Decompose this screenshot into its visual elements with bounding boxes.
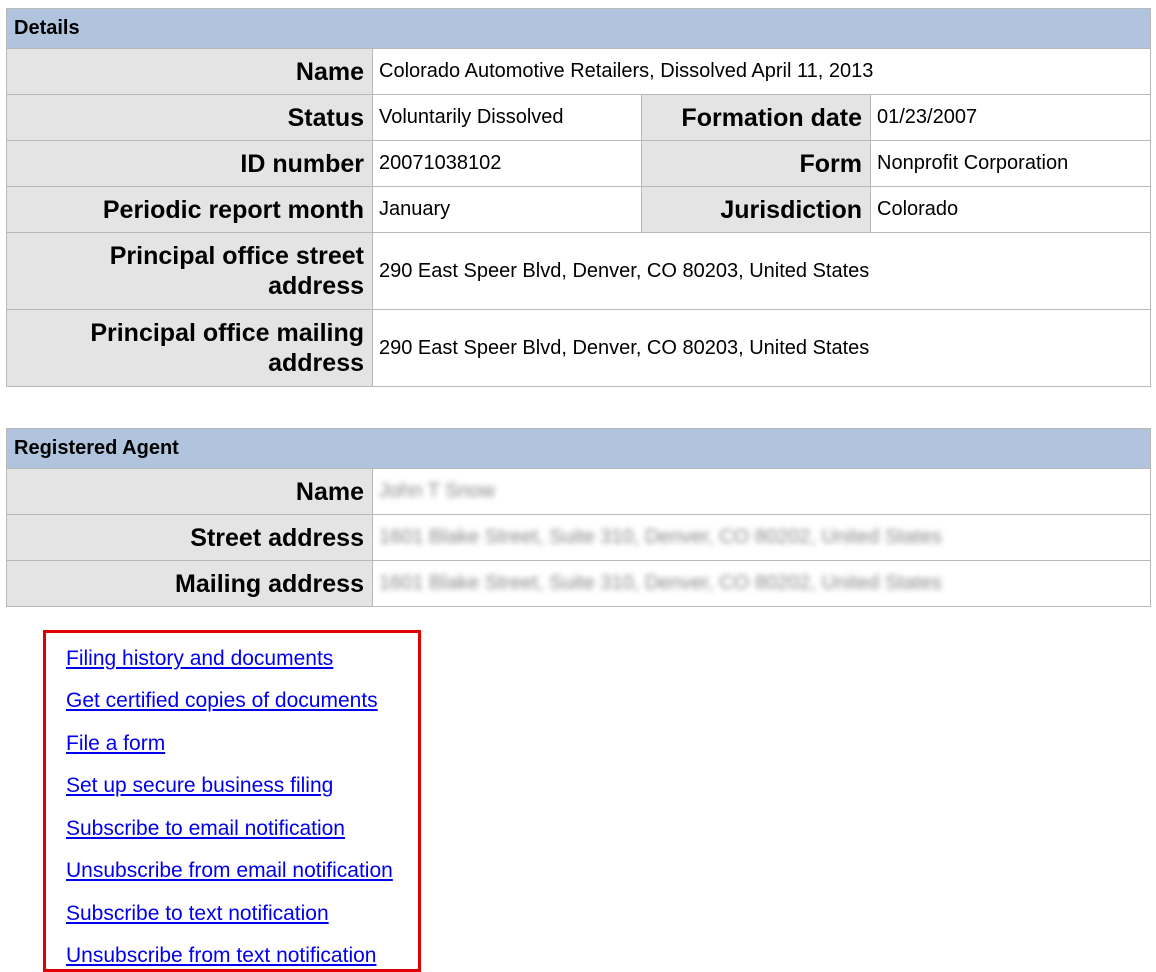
detail-row-street-address: Principal office street address 290 East… <box>6 232 1152 310</box>
agent-row-name: Name John T Snow <box>6 468 1151 515</box>
certified-copies-link[interactable]: Get certified copies of documents <box>66 689 378 713</box>
agent-mailing-value: 1601 Blake Street, Suite 310, Denver, CO… <box>372 560 1151 607</box>
field-label: Name <box>6 48 373 95</box>
field-label: Form <box>641 140 871 187</box>
field-label: Status <box>6 94 373 141</box>
jurisdiction-value: Colorado <box>869 186 1152 233</box>
form-value: Nonprofit Corporation <box>869 140 1152 187</box>
detail-row-mailing-address: Principal office mailing address 290 Eas… <box>6 309 1152 387</box>
agent-row-mailing: Mailing address 1601 Blake Street, Suite… <box>6 560 1151 607</box>
subscribe-text-link[interactable]: Subscribe to text notification <box>66 902 329 926</box>
detail-row-name: Name Colorado Automotive Retailers, Diss… <box>6 48 1152 95</box>
status-value: Voluntarily Dissolved <box>372 94 642 141</box>
detail-row-report-month: Periodic report month January Jurisdicti… <box>6 186 1152 233</box>
mailing-address-value: 290 East Speer Blvd, Denver, CO 80203, U… <box>371 309 1152 387</box>
detail-row-id: ID number 20071038102 Form Nonprofit Cor… <box>6 140 1152 187</box>
agent-street-value: 1601 Blake Street, Suite 310, Denver, CO… <box>372 514 1151 561</box>
secure-filing-link[interactable]: Set up secure business filing <box>66 774 333 798</box>
filing-history-link[interactable]: Filing history and documents <box>66 647 333 671</box>
unsubscribe-text-link[interactable]: Unsubscribe from text notification <box>66 944 376 968</box>
redacted-text: 1601 Blake Street, Suite 310, Denver, CO… <box>379 526 942 548</box>
field-label: Principal office street address <box>6 232 373 310</box>
agent-row-street: Street address 1601 Blake Street, Suite … <box>6 514 1151 561</box>
field-label: Principal office mailing address <box>6 309 373 387</box>
entity-name-value: Colorado Automotive Retailers, Dissolved… <box>371 48 1152 95</box>
subscribe-email-link[interactable]: Subscribe to email notification <box>66 817 345 841</box>
field-label: Formation date <box>641 94 871 141</box>
details-header: Details <box>5 8 1152 49</box>
redacted-text: John T Snow <box>379 480 496 502</box>
id-number-value: 20071038102 <box>372 140 642 187</box>
street-address-value: 290 East Speer Blvd, Denver, CO 80203, U… <box>371 232 1152 310</box>
field-label: Periodic report month <box>6 186 373 233</box>
field-label: Mailing address <box>6 560 373 607</box>
unsubscribe-email-link[interactable]: Unsubscribe from email notification <box>66 859 393 883</box>
detail-row-status: Status Voluntarily Dissolved Formation d… <box>6 94 1152 141</box>
field-label: Jurisdiction <box>641 186 871 233</box>
redacted-text: 1601 Blake Street, Suite 310, Denver, CO… <box>379 572 942 594</box>
registered-agent-table: Registered Agent Name John T Snow Street… <box>6 428 1151 607</box>
file-form-link[interactable]: File a form <box>66 732 165 756</box>
actions-links-box: Filing history and documents Get certifi… <box>43 630 421 972</box>
agent-header: Registered Agent <box>6 428 1151 469</box>
formation-date-value: 01/23/2007 <box>869 94 1152 141</box>
details-table: Details Name Colorado Automotive Retaile… <box>5 8 1152 387</box>
field-label: Name <box>6 468 373 515</box>
report-month-value: January <box>372 186 642 233</box>
agent-name-value: John T Snow <box>372 468 1151 515</box>
field-label: ID number <box>6 140 373 187</box>
field-label: Street address <box>6 514 373 561</box>
